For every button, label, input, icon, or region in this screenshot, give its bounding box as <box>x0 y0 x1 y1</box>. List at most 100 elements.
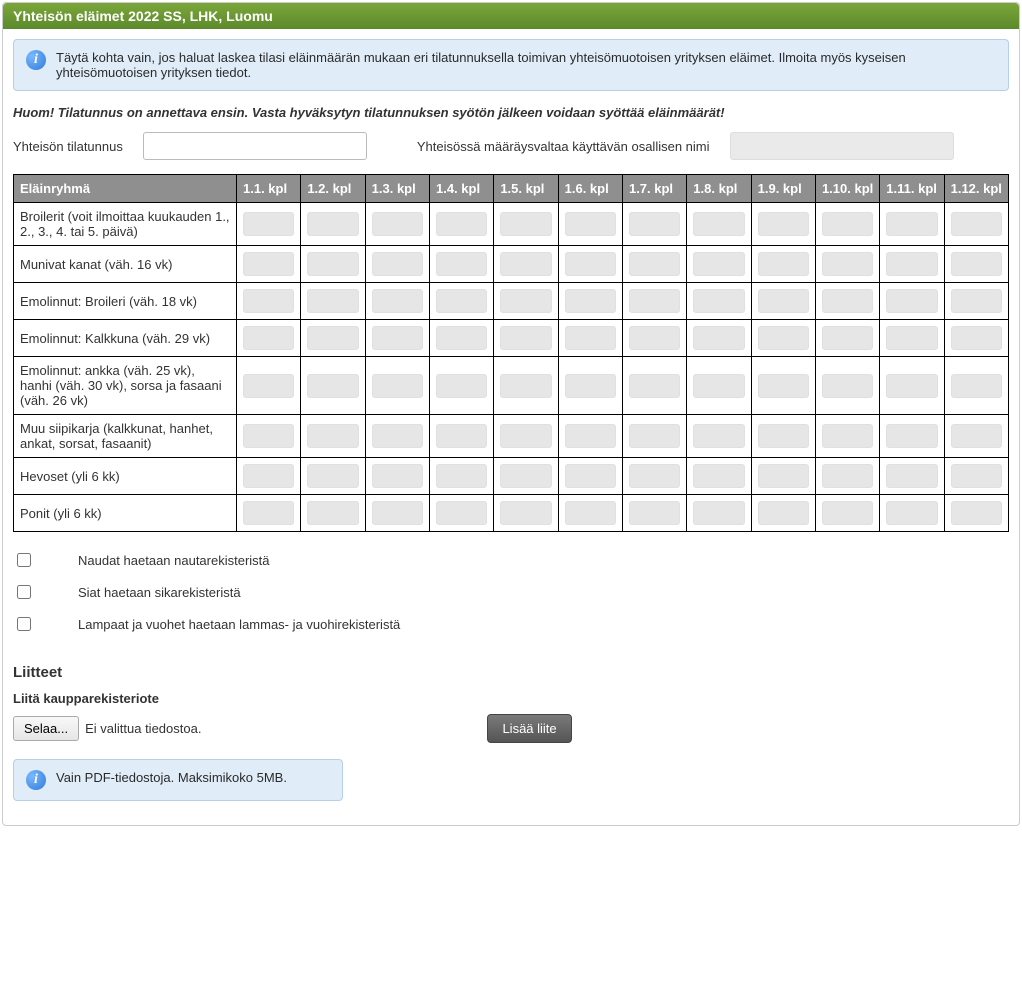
count-input[interactable] <box>372 424 423 448</box>
count-input[interactable] <box>372 212 423 236</box>
count-input[interactable] <box>243 424 294 448</box>
count-input[interactable] <box>758 252 809 276</box>
count-input[interactable] <box>693 289 744 313</box>
count-input[interactable] <box>243 501 294 525</box>
count-input[interactable] <box>951 501 1002 525</box>
count-input[interactable] <box>693 424 744 448</box>
count-input[interactable] <box>436 424 487 448</box>
count-input[interactable] <box>822 374 873 398</box>
count-input[interactable] <box>693 374 744 398</box>
count-input[interactable] <box>822 289 873 313</box>
checkbox-lampaat[interactable] <box>17 617 31 631</box>
checkbox-siat[interactable] <box>17 585 31 599</box>
count-input[interactable] <box>758 212 809 236</box>
count-input[interactable] <box>436 326 487 350</box>
count-input[interactable] <box>565 212 616 236</box>
count-input[interactable] <box>758 289 809 313</box>
count-input[interactable] <box>629 464 680 488</box>
count-input[interactable] <box>500 464 551 488</box>
count-input[interactable] <box>307 374 358 398</box>
count-input[interactable] <box>307 501 358 525</box>
add-attachment-button[interactable]: Lisää liite <box>487 714 571 743</box>
count-input[interactable] <box>243 374 294 398</box>
count-input[interactable] <box>500 424 551 448</box>
count-input[interactable] <box>372 326 423 350</box>
count-input[interactable] <box>886 374 937 398</box>
count-input[interactable] <box>629 326 680 350</box>
count-input[interactable] <box>886 424 937 448</box>
count-input[interactable] <box>565 374 616 398</box>
count-input[interactable] <box>307 289 358 313</box>
count-input[interactable] <box>243 289 294 313</box>
count-input[interactable] <box>951 326 1002 350</box>
browse-button[interactable]: Selaa... <box>13 716 79 741</box>
count-input[interactable] <box>693 464 744 488</box>
count-input[interactable] <box>886 212 937 236</box>
count-input[interactable] <box>951 289 1002 313</box>
count-input[interactable] <box>243 464 294 488</box>
count-input[interactable] <box>500 212 551 236</box>
count-input[interactable] <box>565 326 616 350</box>
count-input[interactable] <box>500 289 551 313</box>
count-input[interactable] <box>951 424 1002 448</box>
count-input[interactable] <box>693 212 744 236</box>
count-input[interactable] <box>693 501 744 525</box>
count-input[interactable] <box>500 374 551 398</box>
count-input[interactable] <box>500 252 551 276</box>
count-input[interactable] <box>243 212 294 236</box>
count-input[interactable] <box>758 424 809 448</box>
count-input[interactable] <box>629 501 680 525</box>
count-input[interactable] <box>822 501 873 525</box>
count-input[interactable] <box>886 501 937 525</box>
count-input[interactable] <box>565 501 616 525</box>
count-input[interactable] <box>758 464 809 488</box>
checkbox-naudat[interactable] <box>17 553 31 567</box>
count-input[interactable] <box>758 374 809 398</box>
count-input[interactable] <box>372 374 423 398</box>
count-input[interactable] <box>951 374 1002 398</box>
count-input[interactable] <box>886 289 937 313</box>
count-input[interactable] <box>565 464 616 488</box>
count-input[interactable] <box>243 252 294 276</box>
count-input[interactable] <box>951 212 1002 236</box>
count-input[interactable] <box>886 252 937 276</box>
count-input[interactable] <box>307 326 358 350</box>
count-input[interactable] <box>372 501 423 525</box>
count-input[interactable] <box>822 424 873 448</box>
count-input[interactable] <box>629 252 680 276</box>
tilatunnus-input[interactable] <box>143 132 367 160</box>
count-input[interactable] <box>629 374 680 398</box>
count-input[interactable] <box>436 212 487 236</box>
count-input[interactable] <box>822 212 873 236</box>
count-input[interactable] <box>886 326 937 350</box>
count-input[interactable] <box>886 464 937 488</box>
count-input[interactable] <box>693 252 744 276</box>
count-input[interactable] <box>372 464 423 488</box>
count-input[interactable] <box>307 212 358 236</box>
count-input[interactable] <box>372 289 423 313</box>
count-input[interactable] <box>629 212 680 236</box>
count-input[interactable] <box>693 326 744 350</box>
count-input[interactable] <box>565 252 616 276</box>
count-input[interactable] <box>822 326 873 350</box>
count-input[interactable] <box>758 326 809 350</box>
osallinen-input[interactable] <box>730 132 954 160</box>
count-input[interactable] <box>436 464 487 488</box>
count-input[interactable] <box>951 464 1002 488</box>
count-input[interactable] <box>372 252 423 276</box>
count-input[interactable] <box>951 252 1002 276</box>
count-input[interactable] <box>436 252 487 276</box>
count-input[interactable] <box>629 424 680 448</box>
count-input[interactable] <box>822 464 873 488</box>
count-input[interactable] <box>758 501 809 525</box>
count-input[interactable] <box>629 289 680 313</box>
count-input[interactable] <box>500 501 551 525</box>
count-input[interactable] <box>436 289 487 313</box>
count-input[interactable] <box>436 374 487 398</box>
count-input[interactable] <box>243 326 294 350</box>
count-input[interactable] <box>822 252 873 276</box>
count-input[interactable] <box>565 424 616 448</box>
count-input[interactable] <box>307 464 358 488</box>
count-input[interactable] <box>307 424 358 448</box>
count-input[interactable] <box>500 326 551 350</box>
